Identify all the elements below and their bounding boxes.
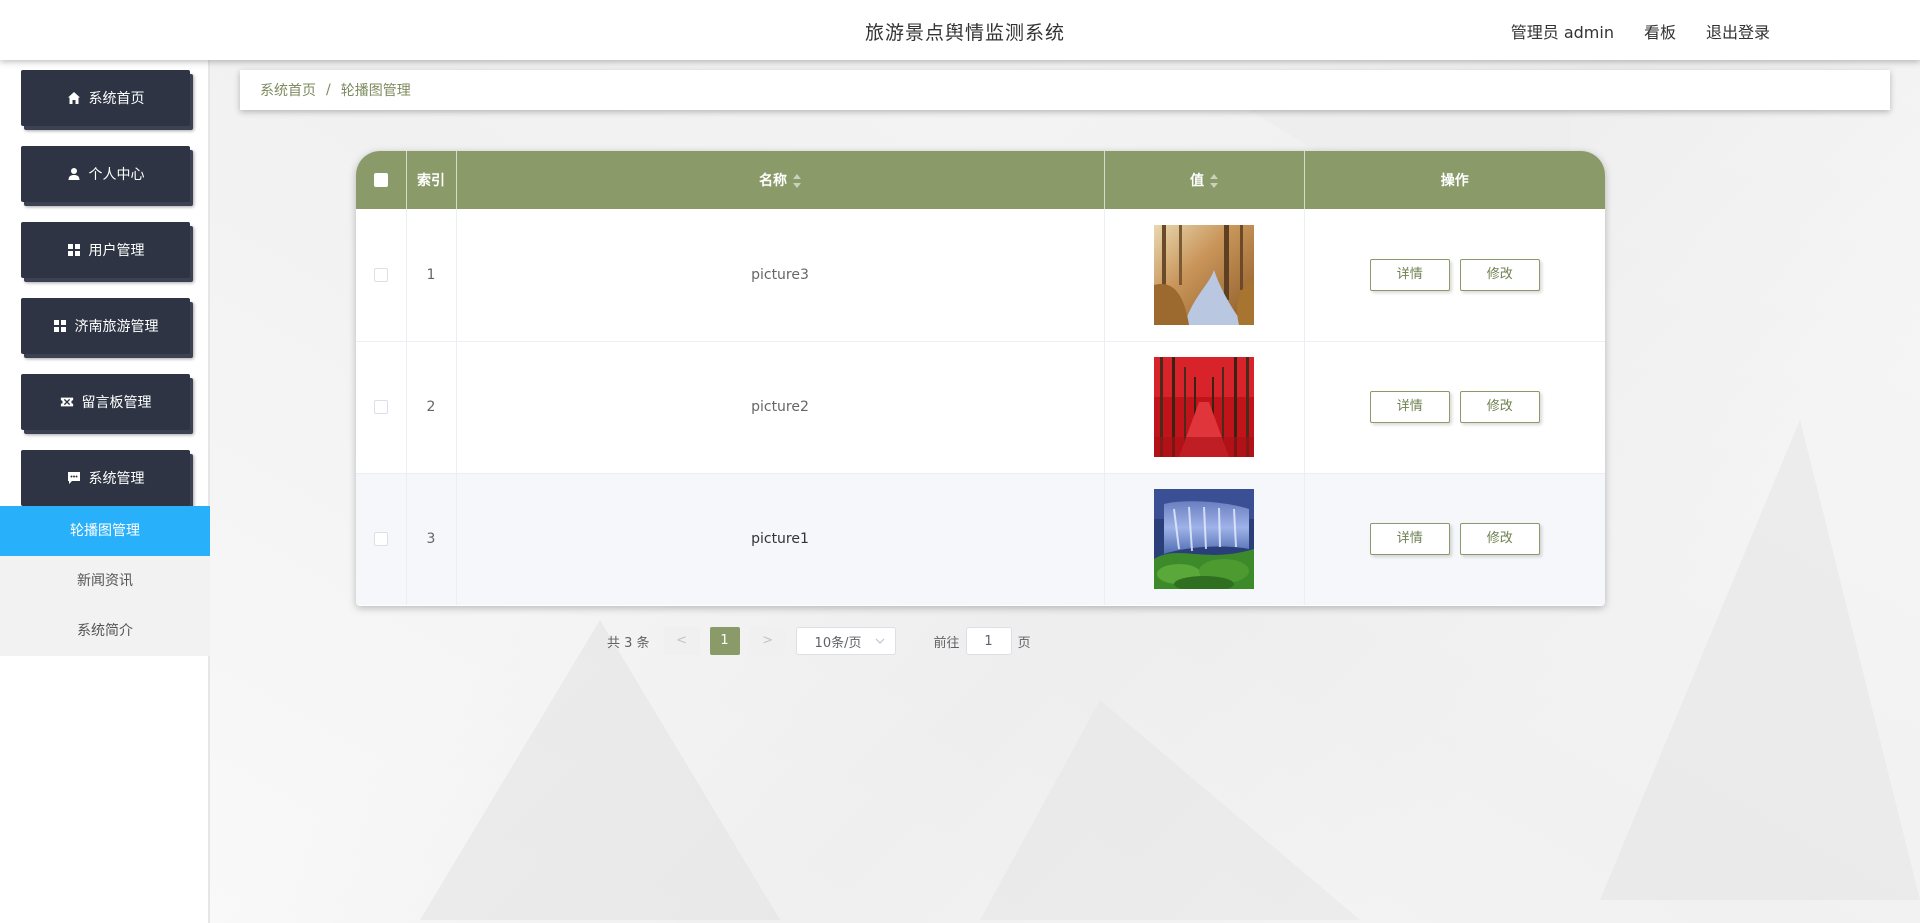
pagination: 共 3 条 < 1 > 10条/页 前往 页 (607, 627, 1031, 655)
carousel-table: 索引 名称 值 操作 1 picture3 详情 修改 2 picture2 详… (356, 151, 1605, 606)
top-header: 旅游景点舆情监测系统 管理员 admin 看板 退出登录 (0, 0, 1920, 60)
autumn-forest-river-image[interactable] (1154, 224, 1254, 325)
row-actions: 详情 修改 (1304, 341, 1605, 473)
row-checkbox[interactable] (373, 532, 388, 547)
table-header-row: 索引 名称 值 操作 (356, 151, 1605, 209)
table-row: 2 picture2 详情 修改 (356, 341, 1605, 473)
background-shape (980, 700, 1360, 920)
board-link[interactable]: 看板 (1644, 19, 1676, 43)
detail-button[interactable]: 详情 (1369, 523, 1450, 556)
grid-icon (53, 319, 67, 333)
home-icon (67, 91, 81, 105)
detail-button[interactable]: 详情 (1369, 391, 1450, 423)
sidebar-item-home[interactable]: 系统首页 (21, 70, 190, 126)
page-size-value: 10条/页 (814, 635, 862, 651)
sort-icon[interactable] (1210, 174, 1218, 188)
row-name: picture1 (456, 473, 1105, 605)
submenu-item-carousel[interactable]: 轮播图管理 (0, 506, 210, 556)
submenu-item-intro[interactable]: 系统简介 (0, 606, 210, 656)
breadcrumb-separator: / (326, 82, 331, 98)
select-all-checkbox[interactable] (373, 173, 388, 187)
edit-button[interactable]: 修改 (1459, 258, 1540, 291)
column-header-label: 值 (1190, 173, 1204, 189)
prev-page-button[interactable]: < (663, 627, 700, 655)
sidebar-item-label: 系统首页 (88, 91, 145, 107)
row-index: 2 (406, 341, 457, 473)
column-header-label: 名称 (759, 173, 787, 189)
table-row: 1 picture3 详情 修改 (356, 209, 1605, 341)
goto-page-input[interactable] (965, 627, 1012, 655)
row-actions: 详情 修改 (1304, 209, 1605, 341)
table-row: 3 picture1 详情 修改 (356, 473, 1605, 605)
page-suffix: 页 (1017, 635, 1031, 651)
column-header-value[interactable]: 值 (1104, 151, 1305, 209)
current-user-label: 管理员 admin (1510, 23, 1614, 42)
edit-button[interactable]: 修改 (1459, 391, 1540, 423)
sidebar-item-profile[interactable]: 个人中心 (21, 146, 190, 202)
row-index: 1 (406, 209, 457, 341)
sidebar-item-system[interactable]: 系统管理 (21, 450, 190, 506)
breadcrumb: 系统首页 / 轮播图管理 (240, 70, 1890, 110)
select-all-cell (356, 151, 407, 209)
pagination-total: 共 3 条 (607, 635, 650, 651)
submenu-item-news[interactable]: 新闻资讯 (0, 556, 210, 606)
system-submenu: 轮播图管理 新闻资讯 系统简介 (0, 506, 210, 656)
row-image-cell (1104, 209, 1305, 341)
message-icon (67, 471, 81, 485)
chevron-down-icon (875, 638, 884, 644)
row-name: picture2 (456, 341, 1105, 473)
breadcrumb-home[interactable]: 系统首页 (260, 80, 316, 100)
sort-icon[interactable] (793, 174, 801, 188)
row-name: picture3 (456, 209, 1105, 341)
grid-icon (67, 243, 81, 257)
row-select-cell (356, 341, 407, 473)
row-select-cell (356, 473, 407, 605)
waterfall-moss-image[interactable] (1154, 489, 1254, 590)
column-header-name[interactable]: 名称 (456, 151, 1105, 209)
header-actions: 管理员 admin 看板 退出登录 (1511, 19, 1770, 43)
sidebar: 系统首页 个人中心 用户管理 济南旅游管理 留言板管理 系统管理 轮播图管理 新… (0, 60, 210, 923)
row-checkbox[interactable] (373, 400, 388, 414)
edit-button[interactable]: 修改 (1459, 523, 1540, 556)
sidebar-item-label: 留言板管理 (81, 395, 152, 411)
sidebar-item-users[interactable]: 用户管理 (21, 222, 190, 278)
red-tree-avenue-image[interactable] (1154, 357, 1254, 457)
row-image-cell (1104, 473, 1305, 605)
row-index: 3 (406, 473, 457, 605)
sidebar-item-label: 济南旅游管理 (74, 319, 159, 335)
background-shape (1600, 420, 1920, 900)
sidebar-item-label: 系统管理 (88, 471, 145, 487)
logout-link[interactable]: 退出登录 (1706, 19, 1770, 43)
column-header-index: 索引 (406, 151, 457, 209)
sidebar-item-message-board[interactable]: 留言板管理 (21, 374, 190, 430)
background-shape (420, 620, 780, 920)
sidebar-item-jinan-tourism[interactable]: 济南旅游管理 (21, 298, 190, 354)
row-image-cell (1104, 341, 1305, 473)
row-select-cell (356, 209, 407, 341)
page-number-button[interactable]: 1 (709, 627, 740, 655)
row-actions: 详情 修改 (1304, 473, 1605, 605)
goto-label: 前往 (933, 635, 960, 651)
page-size-select[interactable]: 10条/页 (795, 627, 896, 655)
breadcrumb-current: 轮播图管理 (340, 83, 411, 99)
ticket-icon (60, 395, 74, 409)
row-checkbox[interactable] (373, 267, 388, 282)
user-icon (67, 167, 81, 181)
sidebar-item-label: 个人中心 (88, 167, 145, 183)
next-page-button[interactable]: > (749, 627, 786, 655)
sidebar-item-label: 用户管理 (88, 243, 145, 259)
detail-button[interactable]: 详情 (1369, 258, 1450, 291)
column-header-actions: 操作 (1440, 173, 1469, 189)
